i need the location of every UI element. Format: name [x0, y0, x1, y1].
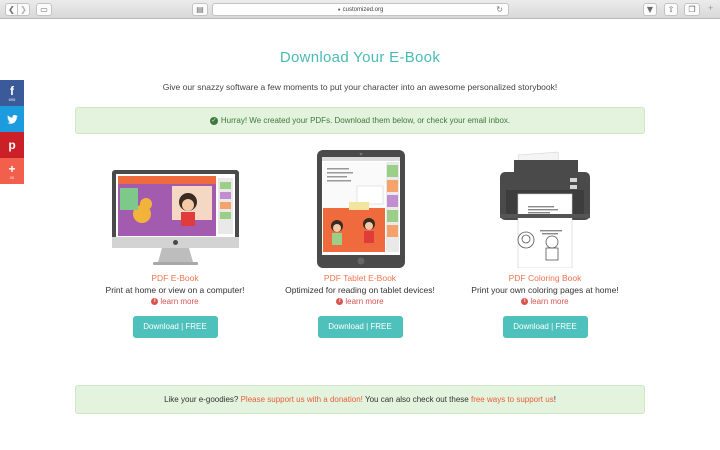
pinterest-icon: p	[8, 138, 16, 152]
product-name: PDF E-Book	[151, 273, 199, 283]
address-url: customized.org	[342, 6, 384, 13]
info-icon: i	[336, 298, 344, 305]
learn-more-link[interactable]: i learn more	[80, 297, 270, 306]
new-tab-icon[interactable]: +	[708, 3, 713, 13]
download-button[interactable]: Download | FREE	[132, 316, 218, 338]
product-pdf-ebook: PDF E-Book Print at home or view on a co…	[80, 150, 270, 338]
browser-toolbar: ❮ ❯ ▭ ▤ ● customized.org ↻ ▼ ⇧ ❐ +	[0, 0, 720, 19]
product-name: PDF Tablet E-Book	[323, 273, 397, 283]
tabs-icon[interactable]: ❐	[684, 3, 700, 16]
info-icon: i	[521, 298, 529, 305]
product-pdf-tablet-ebook: PDF Tablet E-Book Optimized for reading …	[265, 150, 455, 338]
share-count: 3K	[9, 174, 15, 180]
reader-icon[interactable]: ▤	[192, 3, 208, 16]
page-subtitle: Give our snazzy software a few moments t…	[162, 82, 558, 92]
success-alert-text: Hurray! We created your PDFs. Download t…	[220, 116, 511, 125]
learn-more-label: learn more	[530, 297, 569, 306]
learn-more-label: learn more	[345, 297, 384, 306]
tablet-illustration	[265, 150, 455, 268]
printer-illustration	[450, 150, 640, 269]
share-icon[interactable]: ⇧	[664, 3, 678, 16]
product-name: PDF Coloring Book	[508, 273, 582, 283]
download-button[interactable]: Download | FREE	[317, 316, 403, 338]
product-description: Optimized for reading on tablet devices!	[285, 285, 435, 295]
address-bar[interactable]: ● customized.org ↻	[212, 3, 509, 16]
tablet-icon	[317, 150, 405, 268]
page-title: Download Your E-Book	[279, 49, 441, 66]
support-text-1: Like your e-goodies?	[164, 395, 241, 404]
social-share-bar: f 695 p + 3K	[0, 80, 24, 184]
product-description: Print at home or view on a computer!	[105, 285, 245, 295]
learn-more-link[interactable]: i learn more	[450, 297, 640, 306]
support-text-3: !	[553, 395, 556, 404]
sidebar-toggle-icon[interactable]: ▭	[36, 3, 52, 16]
support-alert: Like your e-goodies? Please support us w…	[75, 385, 645, 414]
twitter-icon	[6, 114, 18, 124]
product-description: Print your own coloring pages at home!	[471, 285, 619, 295]
downloads-icon[interactable]: ▼	[643, 3, 657, 16]
learn-more-label: learn more	[160, 297, 199, 306]
learn-more-link[interactable]: i learn more	[265, 297, 455, 306]
download-button[interactable]: Download | FREE	[502, 316, 588, 338]
facebook-count: 695	[8, 96, 16, 102]
product-pdf-coloring-book: PDF Coloring Book Print your own colorin…	[450, 150, 640, 338]
more-share-button[interactable]: + 3K	[0, 158, 24, 184]
monitor-icon	[112, 170, 239, 265]
twitter-share-button[interactable]	[0, 106, 24, 132]
forward-icon[interactable]: ❯	[17, 3, 30, 16]
pinterest-share-button[interactable]: p	[0, 132, 24, 158]
free-ways-link[interactable]: free ways to support us	[471, 395, 554, 404]
reload-icon[interactable]: ↻	[496, 5, 503, 14]
computer-illustration	[80, 150, 270, 268]
info-icon: i	[151, 298, 159, 305]
success-alert: ✓ Hurray! We created your PDFs. Download…	[75, 107, 645, 134]
printer-icon	[500, 151, 590, 269]
check-circle-icon: ✓	[209, 116, 218, 125]
support-text-2: You can also check out these	[362, 395, 471, 404]
donation-link[interactable]: Please support us with a donation!	[241, 395, 363, 404]
plus-icon: +	[8, 161, 16, 176]
lock-icon: ●	[337, 6, 341, 13]
